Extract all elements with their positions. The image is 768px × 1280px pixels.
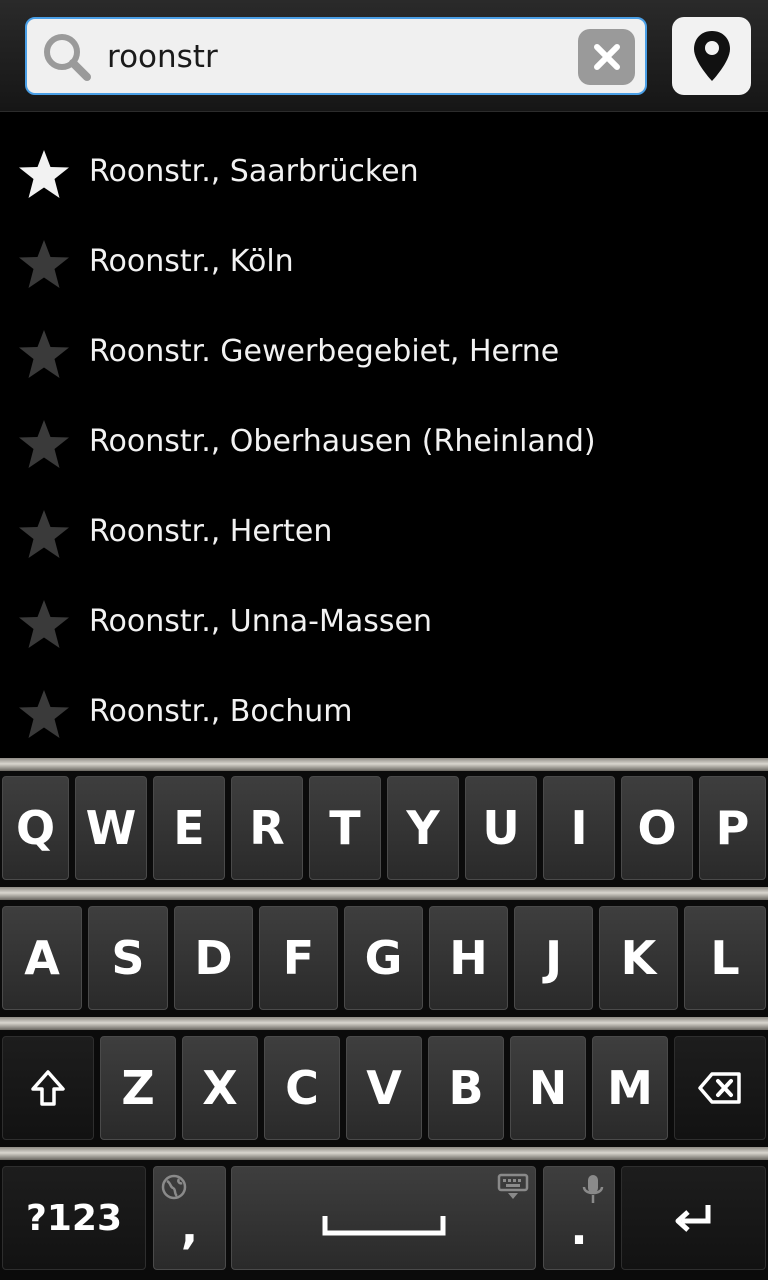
key-l[interactable]: L xyxy=(684,906,766,1010)
comma-label: , xyxy=(180,1200,199,1254)
globe-icon xyxy=(161,1174,187,1200)
location-pin-icon xyxy=(693,31,730,81)
list-item[interactable]: Roonstr., Oberhausen (Rheinland) xyxy=(0,400,768,490)
backspace-key[interactable] xyxy=(674,1036,766,1140)
on-screen-keyboard: Q W E R T Y U I O P A S D F G H J K L Z … xyxy=(0,758,768,1280)
enter-return-icon xyxy=(675,1205,710,1232)
list-item[interactable]: Roonstr., Bochum xyxy=(0,670,768,760)
keyboard-icon xyxy=(497,1173,529,1199)
clear-search-button[interactable] xyxy=(578,29,635,85)
key-u[interactable]: U xyxy=(465,776,537,880)
search-toolbar xyxy=(0,0,768,112)
shift-arrow-icon xyxy=(31,1070,65,1106)
period-label: . xyxy=(570,1201,588,1255)
symbols-key[interactable]: ?123 xyxy=(2,1166,146,1270)
search-results-list: Roonstr., Saarbrücken Roonstr., Köln Roo… xyxy=(0,130,768,760)
list-item[interactable]: Roonstr., Unna-Massen xyxy=(0,580,768,670)
result-label: Roonstr., Bochum xyxy=(89,694,353,729)
key-c[interactable]: C xyxy=(264,1036,340,1140)
key-b[interactable]: B xyxy=(428,1036,504,1140)
key-o[interactable]: O xyxy=(621,776,693,880)
backspace-icon xyxy=(698,1072,741,1104)
star-icon[interactable] xyxy=(17,508,71,562)
key-q[interactable]: Q xyxy=(2,776,69,880)
list-item[interactable]: Roonstr., Saarbrücken xyxy=(0,130,768,220)
result-label: Roonstr. Gewerbegebiet, Herne xyxy=(89,334,560,369)
key-k[interactable]: K xyxy=(599,906,678,1010)
close-icon xyxy=(593,44,620,70)
star-icon[interactable] xyxy=(17,238,71,292)
key-d[interactable]: D xyxy=(174,906,253,1010)
key-x[interactable]: X xyxy=(182,1036,258,1140)
list-item[interactable]: Roonstr., Köln xyxy=(0,220,768,310)
result-label: Roonstr., Herten xyxy=(89,514,333,549)
key-z[interactable]: Z xyxy=(100,1036,176,1140)
space-bar-icon xyxy=(322,1216,445,1236)
star-icon[interactable] xyxy=(17,418,71,472)
star-icon[interactable] xyxy=(17,598,71,652)
result-label: Roonstr., Saarbrücken xyxy=(89,154,419,189)
shift-key[interactable] xyxy=(2,1036,94,1140)
key-h[interactable]: H xyxy=(429,906,508,1010)
list-item[interactable]: Roonstr. Gewerbegebiet, Herne xyxy=(0,310,768,400)
key-m[interactable]: M xyxy=(592,1036,668,1140)
microphone-icon xyxy=(582,1175,604,1203)
result-label: Roonstr., Oberhausen (Rheinland) xyxy=(89,424,596,459)
key-j[interactable]: J xyxy=(514,906,593,1010)
key-a[interactable]: A xyxy=(2,906,82,1010)
key-f[interactable]: F xyxy=(259,906,338,1010)
key-t[interactable]: T xyxy=(309,776,381,880)
list-item[interactable]: Roonstr., Herten xyxy=(0,490,768,580)
key-e[interactable]: E xyxy=(153,776,225,880)
key-s[interactable]: S xyxy=(88,906,168,1010)
key-i[interactable]: I xyxy=(543,776,615,880)
key-y[interactable]: Y xyxy=(387,776,459,880)
keyboard-divider xyxy=(0,1147,768,1160)
space-key[interactable] xyxy=(231,1166,536,1270)
keyboard-divider xyxy=(0,758,768,771)
keyboard-divider xyxy=(0,1017,768,1030)
key-p[interactable]: P xyxy=(699,776,766,880)
key-w[interactable]: W xyxy=(75,776,147,880)
key-r[interactable]: R xyxy=(231,776,303,880)
search-icon xyxy=(44,34,91,81)
key-v[interactable]: V xyxy=(346,1036,422,1140)
star-icon[interactable] xyxy=(17,688,71,742)
comma-key[interactable]: , xyxy=(153,1166,226,1270)
key-g[interactable]: G xyxy=(344,906,423,1010)
period-key[interactable]: . xyxy=(543,1166,615,1270)
key-n[interactable]: N xyxy=(510,1036,586,1140)
result-label: Roonstr., Köln xyxy=(89,244,294,279)
result-label: Roonstr., Unna-Massen xyxy=(89,604,432,639)
enter-key[interactable] xyxy=(621,1166,766,1270)
favorite-star-icon[interactable] xyxy=(17,148,71,202)
search-input[interactable] xyxy=(107,29,567,85)
current-location-button[interactable] xyxy=(672,17,751,95)
star-icon[interactable] xyxy=(17,328,71,382)
keyboard-divider xyxy=(0,887,768,900)
search-field[interactable] xyxy=(25,17,647,95)
